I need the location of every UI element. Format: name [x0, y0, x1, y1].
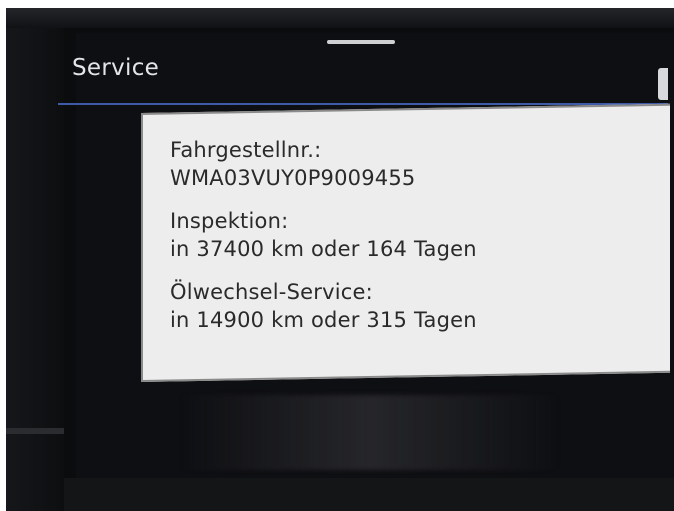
oil-service-block: Ölwechsel-Service: in 14900 km oder 315 …	[170, 278, 477, 334]
screen-reflection	[180, 395, 560, 470]
vin-block: Fahrgestellnr.: WMA03VUY0P9009455	[170, 136, 477, 192]
screen-title: Service	[72, 55, 160, 81]
bezel-trim-line	[6, 428, 64, 434]
vin-value: WMA03VUY0P9009455	[170, 166, 416, 190]
display-bezel-bottom	[64, 478, 674, 511]
inspection-label: Inspektion:	[170, 209, 289, 233]
oil-service-value: in 14900 km oder 315 Tagen	[170, 308, 477, 332]
back-tab-button[interactable]	[658, 68, 668, 100]
vin-label: Fahrgestellnr.:	[170, 138, 322, 162]
pull-down-handle[interactable]	[327, 40, 395, 44]
display-bezel-top	[6, 8, 674, 28]
inspection-block: Inspektion: in 37400 km oder 164 Tagen	[170, 207, 477, 263]
service-info-text: Fahrgestellnr.: WMA03VUY0P9009455 Inspek…	[170, 136, 477, 334]
display-bezel-left	[6, 28, 64, 511]
oil-service-label: Ölwechsel-Service:	[170, 280, 373, 304]
inspection-value: in 37400 km oder 164 Tagen	[170, 237, 477, 261]
